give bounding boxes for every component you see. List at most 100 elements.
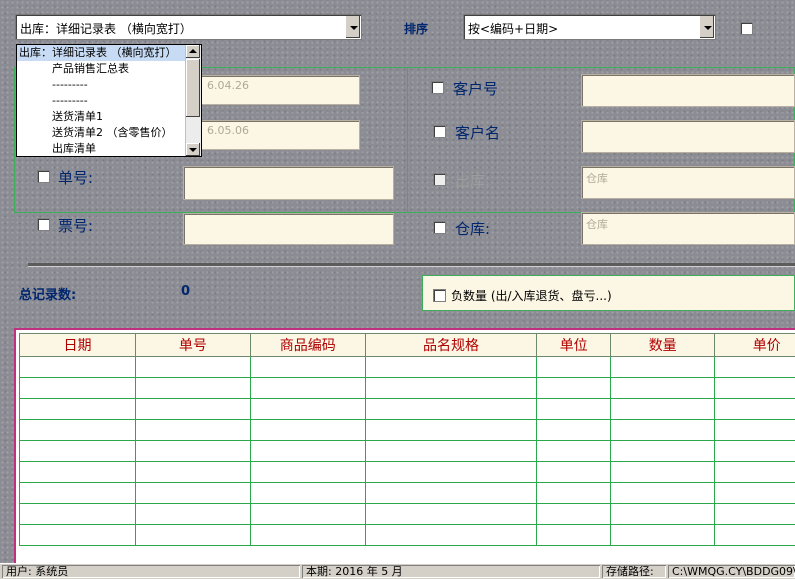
negative-qty-checkbox[interactable] xyxy=(433,289,446,302)
customer-name-checkbox[interactable] xyxy=(433,125,446,138)
table-cell[interactable] xyxy=(135,420,250,441)
table-cell[interactable] xyxy=(365,441,537,462)
ticket-no-checkbox[interactable] xyxy=(37,218,50,231)
table-cell[interactable] xyxy=(715,378,795,399)
table-cell[interactable] xyxy=(715,504,795,525)
table-cell[interactable] xyxy=(20,357,136,378)
top-right-checkbox[interactable] xyxy=(740,22,753,35)
column-header-unit[interactable]: 单位 xyxy=(537,334,610,357)
warehouse-checkbox[interactable] xyxy=(433,221,446,234)
chevron-down-icon[interactable] xyxy=(345,16,360,38)
table-cell[interactable] xyxy=(537,378,610,399)
table-cell[interactable] xyxy=(610,483,715,504)
date-to-field[interactable]: 6.05.06 xyxy=(184,120,360,150)
table-cell[interactable] xyxy=(135,525,250,546)
warehouse-field[interactable]: 仓库 xyxy=(581,212,795,245)
dropdown-item[interactable]: 出库清单 xyxy=(17,141,186,157)
table-cell[interactable] xyxy=(135,483,250,504)
scroll-up-icon[interactable] xyxy=(186,45,200,58)
table-cell[interactable] xyxy=(715,441,795,462)
table-cell[interactable] xyxy=(365,378,537,399)
table-cell[interactable] xyxy=(250,357,365,378)
table-cell[interactable] xyxy=(365,462,537,483)
table-cell[interactable] xyxy=(250,504,365,525)
table-cell[interactable] xyxy=(610,357,715,378)
table-cell[interactable] xyxy=(715,399,795,420)
dropdown-item[interactable]: 送货清单2 （含零售价） xyxy=(17,125,186,141)
table-cell[interactable] xyxy=(715,420,795,441)
dropdown-scrollbar[interactable] xyxy=(185,45,201,156)
dropdown-item[interactable]: --------- xyxy=(17,77,186,93)
table-cell[interactable] xyxy=(20,378,136,399)
table-row[interactable] xyxy=(20,462,795,483)
table-row[interactable] xyxy=(20,504,795,525)
table-cell[interactable] xyxy=(715,525,795,546)
table-cell[interactable] xyxy=(20,399,136,420)
report-dropdown-list[interactable]: 出库：详细记录表 （横向宽打） 产品销售汇总表 --------- ------… xyxy=(16,44,202,157)
table-cell[interactable] xyxy=(20,462,136,483)
table-cell[interactable] xyxy=(20,525,136,546)
table-cell[interactable] xyxy=(250,399,365,420)
table-cell[interactable] xyxy=(715,357,795,378)
dropdown-item[interactable]: 产品销售汇总表 xyxy=(17,61,186,77)
table-row[interactable] xyxy=(20,441,795,462)
table-cell[interactable] xyxy=(537,462,610,483)
table-cell[interactable] xyxy=(365,525,537,546)
report-select[interactable]: 出库：详细记录表 （横向宽打） xyxy=(15,14,362,40)
table-row[interactable] xyxy=(20,357,795,378)
column-header-date[interactable]: 日期 xyxy=(20,334,136,357)
table-cell[interactable] xyxy=(135,378,250,399)
customer-no-field[interactable] xyxy=(581,74,795,107)
table-cell[interactable] xyxy=(135,504,250,525)
outbound-field[interactable]: 仓库 xyxy=(581,166,795,199)
customer-name-field[interactable] xyxy=(581,120,795,153)
ticket-no-field[interactable] xyxy=(183,213,394,245)
sort-select[interactable]: 按<编码+日期> xyxy=(463,14,716,40)
chevron-down-icon[interactable] xyxy=(699,16,714,38)
table-cell[interactable] xyxy=(135,357,250,378)
table-cell[interactable] xyxy=(610,525,715,546)
dropdown-item[interactable]: --------- xyxy=(17,93,186,109)
column-header-product-code[interactable]: 商品编码 xyxy=(250,334,365,357)
order-no-checkbox[interactable] xyxy=(37,170,50,183)
column-header-quantity[interactable]: 数量 xyxy=(610,334,715,357)
outbound-checkbox[interactable] xyxy=(433,173,446,186)
order-no-field[interactable] xyxy=(183,166,394,200)
table-cell[interactable] xyxy=(250,420,365,441)
dropdown-item[interactable]: 送货清单1 xyxy=(17,109,186,125)
table-cell[interactable] xyxy=(610,399,715,420)
table-cell[interactable] xyxy=(537,504,610,525)
table-cell[interactable] xyxy=(610,420,715,441)
table-cell[interactable] xyxy=(610,462,715,483)
table-cell[interactable] xyxy=(365,420,537,441)
table-cell[interactable] xyxy=(250,441,365,462)
table-cell[interactable] xyxy=(610,378,715,399)
scroll-down-icon[interactable] xyxy=(186,143,200,156)
table-cell[interactable] xyxy=(537,525,610,546)
table-cell[interactable] xyxy=(365,483,537,504)
table-cell[interactable] xyxy=(537,483,610,504)
table-cell[interactable] xyxy=(250,462,365,483)
table-cell[interactable] xyxy=(365,357,537,378)
dropdown-item[interactable]: 出库：详细记录表 （横向宽打） xyxy=(17,45,186,61)
column-header-order-no[interactable]: 单号 xyxy=(135,334,250,357)
table-cell[interactable] xyxy=(20,504,136,525)
table-row[interactable] xyxy=(20,525,795,546)
table-cell[interactable] xyxy=(20,420,136,441)
table-cell[interactable] xyxy=(250,525,365,546)
table-cell[interactable] xyxy=(20,441,136,462)
table-cell[interactable] xyxy=(715,462,795,483)
table-cell[interactable] xyxy=(250,378,365,399)
date-from-field[interactable]: 6.04.26 xyxy=(184,75,360,105)
table-cell[interactable] xyxy=(715,483,795,504)
table-cell[interactable] xyxy=(537,357,610,378)
customer-no-checkbox[interactable] xyxy=(431,81,444,94)
table-row[interactable] xyxy=(20,483,795,504)
table-cell[interactable] xyxy=(135,399,250,420)
table-cell[interactable] xyxy=(537,399,610,420)
scrollbar-thumb[interactable] xyxy=(186,59,200,117)
table-cell[interactable] xyxy=(135,462,250,483)
table-cell[interactable] xyxy=(610,441,715,462)
column-header-unit-price[interactable]: 单价 xyxy=(715,334,795,357)
table-cell[interactable] xyxy=(250,483,365,504)
